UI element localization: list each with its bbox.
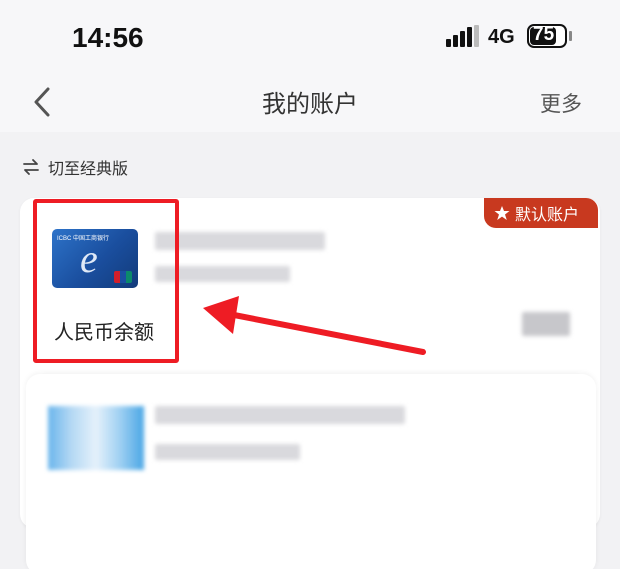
battery-tip bbox=[569, 31, 572, 41]
switch-classic-button[interactable]: 切至经典版 bbox=[22, 154, 128, 180]
default-account-badge: 默认账户 bbox=[484, 198, 598, 228]
status-time: 14:56 bbox=[72, 22, 144, 53]
redacted-balance bbox=[522, 312, 570, 336]
signal-icon bbox=[446, 25, 480, 47]
battery-icon: 75 bbox=[527, 24, 567, 48]
redacted-account-number-secondary bbox=[155, 444, 300, 460]
navigation-bar: 我的账户 更多 bbox=[0, 72, 620, 132]
page-title: 我的账户 bbox=[262, 90, 358, 118]
star-icon bbox=[494, 206, 510, 220]
network-type: 4G bbox=[488, 26, 515, 48]
battery-level: 75 bbox=[533, 24, 555, 45]
bank-card-image-secondary bbox=[48, 406, 144, 470]
status-bar: 14:56 4G 75 bbox=[0, 0, 620, 72]
highlight-box bbox=[33, 199, 179, 363]
annotation-arrow bbox=[203, 296, 426, 355]
account-card-secondary[interactable] bbox=[26, 374, 596, 569]
switch-arrows-icon bbox=[23, 159, 39, 175]
switch-classic-label: 切至经典版 bbox=[48, 159, 129, 178]
redacted-account-name-secondary bbox=[155, 406, 405, 424]
default-account-label: 默认账户 bbox=[515, 205, 580, 224]
redacted-account-name bbox=[155, 232, 325, 250]
more-button[interactable]: 更多 bbox=[540, 88, 582, 118]
